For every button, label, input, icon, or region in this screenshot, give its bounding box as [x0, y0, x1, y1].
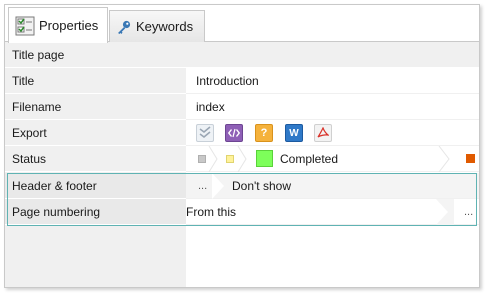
section-title-page: Title page: [5, 42, 479, 68]
tab-keywords[interactable]: Keywords: [109, 10, 205, 42]
chevron-separator-icon: [438, 146, 450, 172]
page-numbering-field[interactable]: From this ...: [186, 199, 479, 225]
filename-field[interactable]: index: [186, 94, 479, 120]
row-export-label: Export: [5, 120, 186, 146]
tab-properties-label: Properties: [39, 18, 99, 33]
tab-keywords-label: Keywords: [136, 19, 194, 34]
chevron-separator-icon: [208, 146, 218, 172]
header-footer-more-button[interactable]: ...: [198, 173, 207, 199]
properties-icon: [15, 16, 35, 36]
code-icon[interactable]: [225, 124, 243, 142]
row-page-numbering-label: Page numbering: [5, 199, 186, 225]
row-header-footer[interactable]: Header & footer ... Don't show: [5, 173, 479, 199]
status-blocked-swatch[interactable]: [466, 154, 475, 163]
status-selector[interactable]: Completed: [186, 146, 479, 172]
status-completed-swatch[interactable]: [256, 150, 273, 167]
tab-bar: Properties Keywords: [5, 5, 479, 43]
properties-grid: Title page Title Introduction Filename i…: [5, 42, 479, 287]
chevron-separator-icon: [237, 146, 247, 172]
header-footer-field[interactable]: ... Don't show: [186, 173, 479, 199]
section-label: Title page: [5, 42, 479, 68]
status-in-progress-swatch[interactable]: [226, 155, 234, 163]
word-icon[interactable]: W: [285, 124, 303, 142]
title-value: Introduction: [196, 74, 259, 88]
filename-value: index: [196, 100, 225, 114]
page-numbering-value: From this: [186, 205, 237, 219]
row-filename-label: Filename: [5, 94, 186, 120]
title-field[interactable]: Introduction: [186, 68, 479, 94]
word-letter: W: [289, 127, 299, 139]
row-filename[interactable]: Filename index: [5, 94, 479, 120]
key-icon: [116, 19, 132, 35]
tab-properties[interactable]: Properties: [8, 7, 108, 43]
properties-panel: Properties Keywords Title page Title Int…: [4, 4, 480, 288]
page-numbering-more-button[interactable]: ...: [464, 199, 473, 225]
row-export: Export ? W: [5, 120, 479, 146]
header-footer-value: Don't show: [232, 179, 291, 193]
checkmarks-icon[interactable]: [196, 124, 214, 142]
status-value: Completed: [280, 152, 339, 166]
chevron-separator-icon: [212, 173, 224, 199]
row-status[interactable]: Status Completed: [5, 146, 479, 172]
pdf-icon[interactable]: [314, 124, 332, 142]
row-title-label: Title: [5, 68, 186, 94]
row-title[interactable]: Title Introduction: [5, 68, 479, 94]
row-page-numbering[interactable]: Page numbering From this ...: [5, 199, 479, 225]
status-not-started-swatch[interactable]: [198, 155, 206, 163]
help-icon[interactable]: ?: [255, 124, 273, 142]
row-status-label: Status: [5, 146, 186, 172]
export-options: ? W: [186, 120, 479, 146]
chevron-separator-icon: [436, 199, 454, 225]
row-header-footer-label: Header & footer: [5, 173, 186, 199]
